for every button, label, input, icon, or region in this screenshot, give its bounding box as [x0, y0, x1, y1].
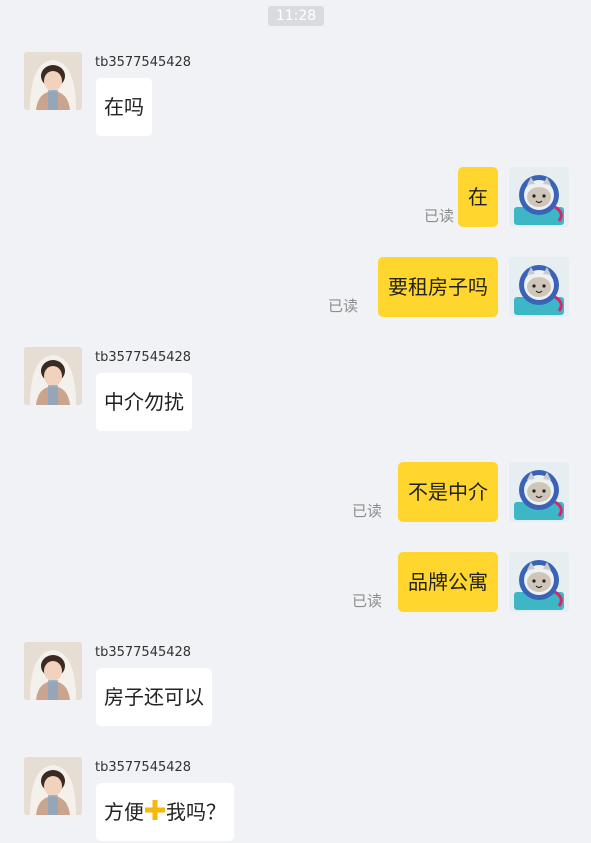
- message-bubble-incoming[interactable]: 方便 我吗？: [96, 783, 234, 841]
- plus-icon: [144, 785, 166, 843]
- message-text: 我吗？: [166, 800, 226, 824]
- read-receipt: 已读: [351, 502, 382, 520]
- astronaut-cat-avatar-icon: [509, 257, 569, 317]
- message-bubble-outgoing[interactable]: 品牌公寓: [398, 552, 498, 612]
- sender-name: tb3577545428: [95, 645, 192, 660]
- message-row: 已读 在: [0, 167, 591, 229]
- sender-avatar[interactable]: [24, 52, 82, 110]
- message-bubble-outgoing[interactable]: 要租房子吗: [378, 257, 498, 317]
- read-receipt: 已读: [423, 207, 454, 225]
- message-row: tb3577545428 中介勿扰: [0, 347, 591, 437]
- message-row: 已读 要租房子吗: [0, 257, 591, 319]
- message-bubble-incoming[interactable]: 房子还可以: [96, 668, 212, 726]
- avatar-portrait-icon: [24, 642, 82, 700]
- my-avatar[interactable]: [509, 552, 569, 612]
- sender-avatar[interactable]: [24, 642, 82, 700]
- message-row: tb3577545428 方便 我吗？: [0, 757, 591, 841]
- message-row: tb3577545428 房子还可以: [0, 642, 591, 732]
- avatar-portrait-icon: [24, 347, 82, 405]
- my-avatar[interactable]: [509, 257, 569, 317]
- read-receipt: 已读: [327, 297, 358, 315]
- my-avatar[interactable]: [509, 462, 569, 522]
- message-bubble-incoming[interactable]: 在吗: [96, 78, 152, 136]
- avatar-portrait-icon: [24, 52, 82, 110]
- sender-avatar[interactable]: [24, 757, 82, 815]
- astronaut-cat-avatar-icon: [509, 167, 569, 227]
- message-row: tb3577545428 在吗: [0, 52, 591, 142]
- message-bubble-incoming[interactable]: 中介勿扰: [96, 373, 192, 431]
- timestamp-pill: 11:28: [268, 6, 324, 26]
- message-row: 已读 品牌公寓: [0, 552, 591, 614]
- message-text: 方便: [104, 800, 144, 824]
- my-avatar[interactable]: [509, 167, 569, 227]
- astronaut-cat-avatar-icon: [509, 552, 569, 612]
- sender-name: tb3577545428: [95, 760, 192, 775]
- read-receipt: 已读: [351, 592, 382, 610]
- sender-avatar[interactable]: [24, 347, 82, 405]
- avatar-portrait-icon: [24, 757, 82, 815]
- message-row: 已读 不是中介: [0, 462, 591, 524]
- sender-name: tb3577545428: [95, 55, 192, 70]
- astronaut-cat-avatar-icon: [509, 462, 569, 522]
- sender-name: tb3577545428: [95, 350, 192, 365]
- message-bubble-outgoing[interactable]: 不是中介: [398, 462, 498, 522]
- message-bubble-outgoing[interactable]: 在: [458, 167, 498, 227]
